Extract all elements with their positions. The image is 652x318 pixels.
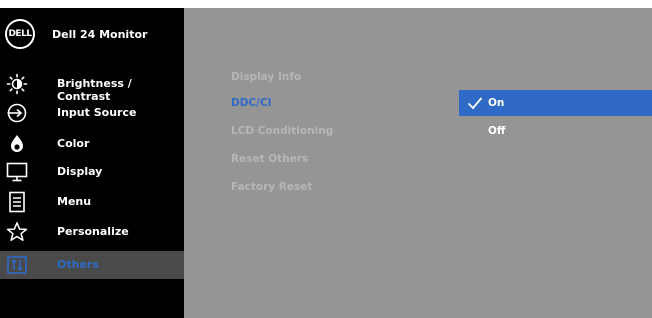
nav-item-menu[interactable]: Menu: [0, 188, 184, 216]
option-on[interactable]: On: [459, 90, 652, 116]
option-label: Off: [488, 125, 506, 137]
nav-item-others[interactable]: Others: [0, 251, 184, 279]
input-source-icon: [7, 103, 27, 123]
dell-logo: DELL: [5, 19, 35, 49]
nav-item-label: Display: [57, 165, 103, 178]
monitor-model: Dell 24 Monitor: [52, 28, 148, 41]
checkmark-icon: [467, 97, 483, 110]
nav-item-personalize[interactable]: Personalize: [0, 218, 184, 246]
display-icon: [6, 162, 28, 182]
header: DELL Dell 24 Monitor: [0, 8, 184, 62]
star-icon: [6, 222, 28, 241]
main-menu: Brightness / Contrast Input Source Color: [0, 66, 184, 296]
nav-item-label: Personalize: [57, 225, 129, 238]
submenu-item-lcd-conditioning[interactable]: LCD Conditioning: [231, 125, 431, 145]
submenu-item-ddc-ci[interactable]: DDC/CI: [231, 97, 431, 117]
nav-item-display[interactable]: Display: [0, 158, 184, 186]
nav-item-label: Input Source: [57, 106, 137, 119]
nav-item-color[interactable]: Color: [0, 130, 184, 158]
others-icon: [7, 256, 27, 274]
nav-item-input-source[interactable]: Input Source: [0, 99, 184, 127]
monitor-osd: DELL Dell 24 Monitor Brightness / Contra…: [0, 8, 652, 318]
submenu-item-display-info[interactable]: Display Info: [231, 71, 431, 91]
nav-item-label: Menu: [57, 195, 92, 208]
nav-item-label: Color: [57, 137, 90, 150]
submenu-item-factory-reset[interactable]: Factory Reset: [231, 181, 431, 201]
option-label: On: [488, 97, 505, 109]
color-icon: [11, 135, 23, 152]
submenu-item-reset-others[interactable]: Reset Others: [231, 153, 431, 173]
nav-item-label: Others: [57, 258, 99, 271]
main-menu-panel: DELL Dell 24 Monitor Brightness / Contra…: [0, 8, 184, 318]
menu-icon: [9, 191, 25, 213]
brightness-icon: [6, 73, 28, 95]
nav-item-brightness-contrast[interactable]: Brightness / Contrast: [0, 70, 184, 103]
option-off[interactable]: Off: [459, 118, 652, 144]
